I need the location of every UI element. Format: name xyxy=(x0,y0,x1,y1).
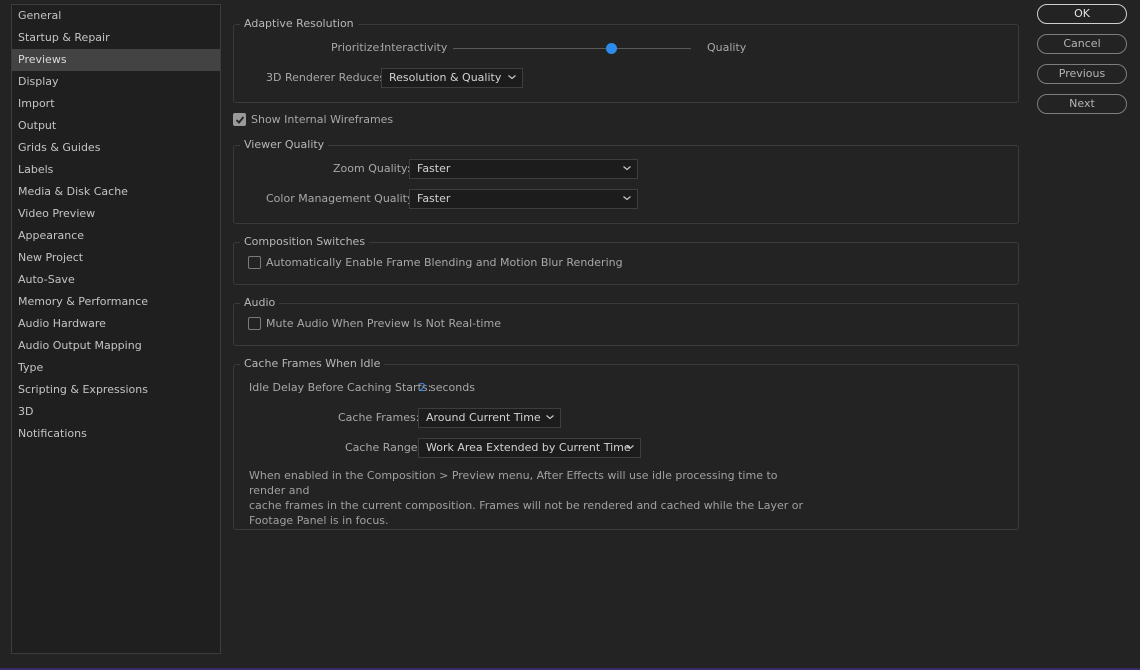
sidebar-item-import[interactable]: Import xyxy=(12,93,220,115)
viewer-quality-group: Viewer Quality xyxy=(233,138,1019,224)
zoom-quality-dropdown[interactable]: Faster xyxy=(409,159,638,179)
show-wireframes-label: Show Internal Wireframes xyxy=(251,113,394,126)
composition-switches-title: Composition Switches xyxy=(240,235,370,248)
sidebar-item-labels[interactable]: Labels xyxy=(12,159,220,181)
sidebar-item-output[interactable]: Output xyxy=(12,115,220,137)
adaptive-resolution-group: Adaptive Resolution xyxy=(233,17,1019,103)
renderer-reduces-dropdown[interactable]: Resolution & Quality xyxy=(381,68,523,88)
frame-blending-label: Automatically Enable Frame Blending and … xyxy=(266,256,623,269)
sidebar-item-grids-guides[interactable]: Grids & Guides xyxy=(12,137,220,159)
next-button[interactable]: Next xyxy=(1037,94,1127,114)
sidebar-item-general[interactable]: General xyxy=(12,5,220,27)
color-management-quality-dropdown[interactable]: Faster xyxy=(409,189,638,209)
prioritize-slider-thumb[interactable] xyxy=(606,43,617,54)
adaptive-resolution-title: Adaptive Resolution xyxy=(240,17,358,30)
cancel-button[interactable]: Cancel xyxy=(1037,34,1127,54)
cache-idle-description: When enabled in the Composition > Previe… xyxy=(249,468,809,528)
chevron-down-icon xyxy=(508,75,516,80)
sidebar-item-startup-repair[interactable]: Startup & Repair xyxy=(12,27,220,49)
sidebar-item-video-preview[interactable]: Video Preview xyxy=(12,203,220,225)
description-line: cache frames in the current composition.… xyxy=(249,499,804,512)
show-wireframes-checkbox[interactable] xyxy=(233,113,246,126)
sidebar-item-audio-output-mapping[interactable]: Audio Output Mapping xyxy=(12,335,220,357)
zoom-quality-value: Faster xyxy=(417,162,451,175)
idle-delay-value[interactable]: 2 xyxy=(419,381,426,394)
ok-button[interactable]: OK xyxy=(1037,4,1127,24)
sidebar-item-3d[interactable]: 3D xyxy=(12,401,220,423)
previous-button[interactable]: Previous xyxy=(1037,64,1127,84)
sidebar-item-appearance[interactable]: Appearance xyxy=(12,225,220,247)
frame-blending-checkbox[interactable] xyxy=(248,256,261,269)
cache-frames-label: Cache Frames: xyxy=(338,411,420,424)
cache-range-dropdown[interactable]: Work Area Extended by Current Time xyxy=(418,438,641,458)
sidebar-item-audio-hardware[interactable]: Audio Hardware xyxy=(12,313,220,335)
description-line: Footage Panel is in focus. xyxy=(249,514,389,527)
sidebar-item-memory-performance[interactable]: Memory & Performance xyxy=(12,291,220,313)
audio-title: Audio xyxy=(240,296,280,309)
cache-frames-value: Around Current Time xyxy=(426,411,541,424)
cache-range-label: Cache Range: xyxy=(345,441,422,454)
sidebar-item-media-disk-cache[interactable]: Media & Disk Cache xyxy=(12,181,220,203)
color-management-quality-value: Faster xyxy=(417,192,451,205)
sidebar-item-notifications[interactable]: Notifications xyxy=(12,423,220,445)
viewer-quality-title: Viewer Quality xyxy=(240,138,329,151)
quality-label: Quality xyxy=(707,41,747,54)
mute-audio-label: Mute Audio When Preview Is Not Real-time xyxy=(266,317,501,330)
prioritize-slider-track[interactable] xyxy=(453,48,691,49)
sidebar-item-auto-save[interactable]: Auto-Save xyxy=(12,269,220,291)
idle-delay-unit: seconds xyxy=(430,381,475,394)
sidebar-item-scripting-expressions[interactable]: Scripting & Expressions xyxy=(12,379,220,401)
mute-audio-checkbox[interactable] xyxy=(248,317,261,330)
chevron-down-icon xyxy=(546,415,554,420)
checkmark-icon xyxy=(235,116,245,124)
sidebar-item-type[interactable]: Type xyxy=(12,357,220,379)
sidebar-item-previews[interactable]: Previews xyxy=(12,49,220,71)
prioritize-label: Prioritize: xyxy=(331,41,383,54)
cache-frames-dropdown[interactable]: Around Current Time xyxy=(418,408,561,428)
chevron-down-icon xyxy=(623,166,631,171)
color-management-quality-label: Color Management Quality: xyxy=(266,192,417,205)
idle-delay-label: Idle Delay Before Caching Starts: xyxy=(249,381,432,394)
chevron-down-icon xyxy=(623,196,631,201)
renderer-reduces-value: Resolution & Quality xyxy=(389,71,502,84)
interactivity-label: Interactivity xyxy=(381,41,448,54)
sidebar-item-new-project[interactable]: New Project xyxy=(12,247,220,269)
preferences-category-list: General Startup & Repair Previews Displa… xyxy=(11,4,221,654)
chevron-down-icon xyxy=(626,445,634,450)
sidebar-item-display[interactable]: Display xyxy=(12,71,220,93)
cache-range-value: Work Area Extended by Current Time xyxy=(426,441,631,454)
renderer-reduces-label: 3D Renderer Reduces: xyxy=(266,71,389,84)
cache-frames-idle-title: Cache Frames When Idle xyxy=(240,357,385,370)
description-line: When enabled in the Composition > Previe… xyxy=(249,469,778,497)
zoom-quality-label: Zoom Quality: xyxy=(333,162,411,175)
